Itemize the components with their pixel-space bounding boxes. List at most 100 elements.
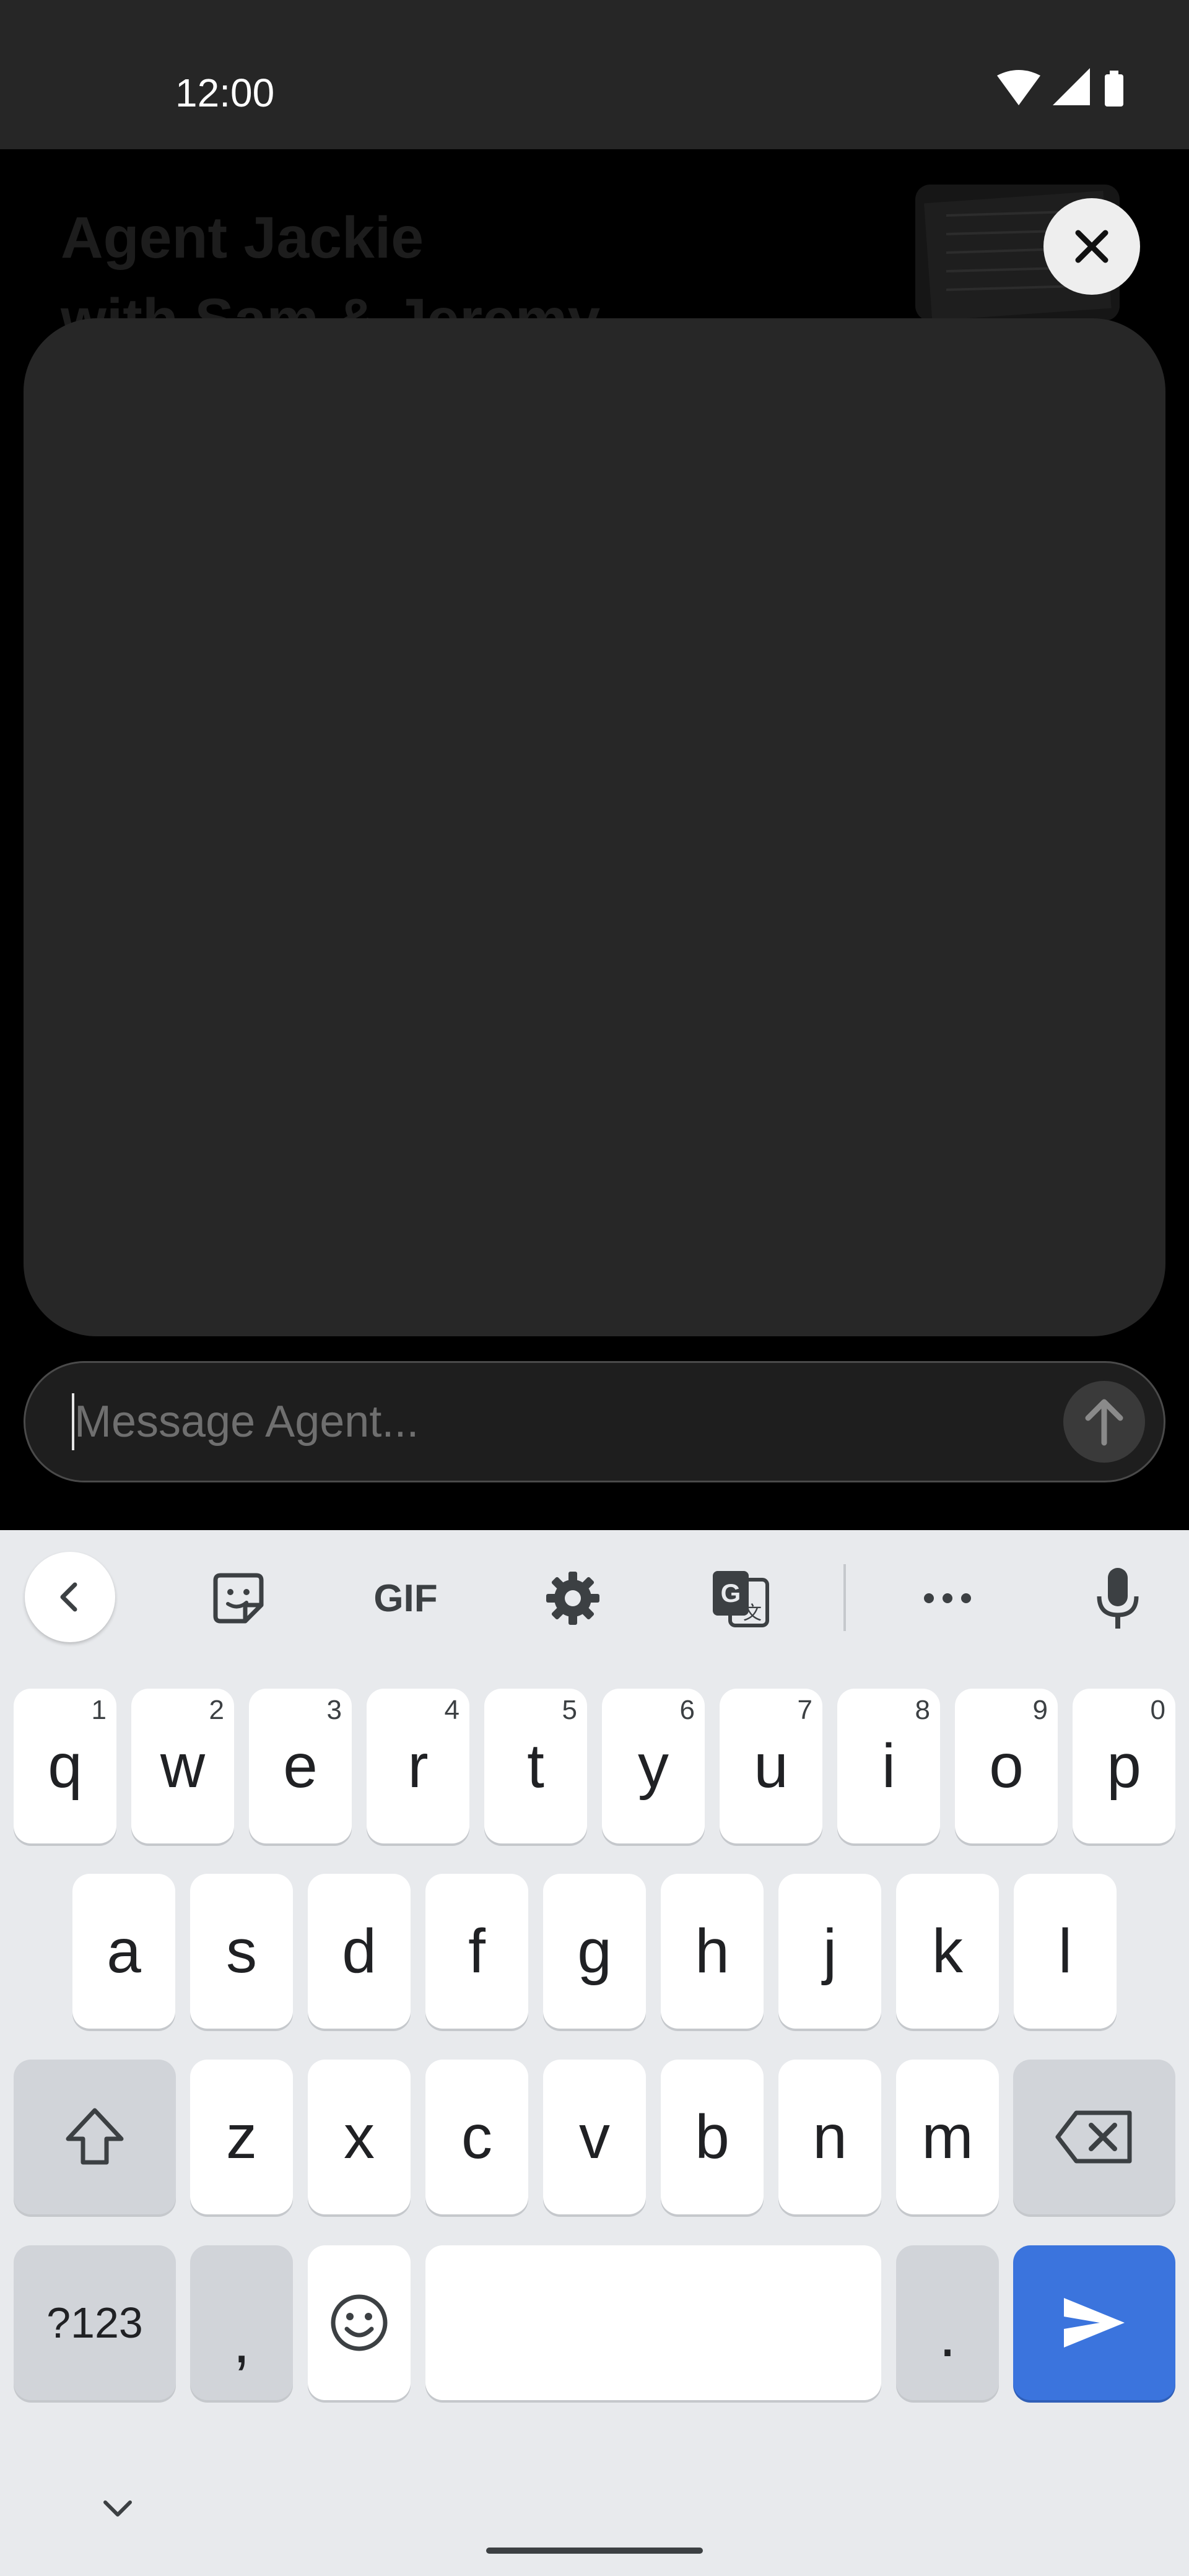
key-s[interactable]: s bbox=[190, 1874, 293, 2029]
sticker-button[interactable] bbox=[198, 1561, 279, 1635]
key-label: n bbox=[812, 2102, 847, 2172]
key-label: h bbox=[695, 1916, 730, 1986]
svg-text:G: G bbox=[721, 1578, 741, 1608]
key-y[interactable]: 6y bbox=[602, 1689, 705, 1843]
send-icon bbox=[1064, 2298, 1125, 2348]
key-i[interactable]: 8i bbox=[837, 1689, 940, 1843]
key-label: r bbox=[407, 1731, 429, 1801]
key-g[interactable]: g bbox=[543, 1874, 646, 2029]
key-b[interactable]: b bbox=[661, 2060, 764, 2214]
keyboard: GIF G 文 1 q 2 w 3 e 4 r 5 t 6 y 7 u 8 i … bbox=[0, 1530, 1189, 2576]
battery-icon bbox=[1105, 71, 1123, 107]
keyboard-settings-button[interactable] bbox=[533, 1561, 613, 1635]
wifi-icon bbox=[997, 70, 1040, 105]
key-label: q bbox=[48, 1731, 82, 1801]
key-label: t bbox=[527, 1731, 544, 1801]
key-d[interactable]: d bbox=[308, 1874, 411, 2029]
key-label: e bbox=[283, 1731, 318, 1801]
key-f[interactable]: f bbox=[425, 1874, 528, 2029]
key-o[interactable]: 9o bbox=[955, 1689, 1058, 1843]
emoji-key[interactable] bbox=[308, 2245, 411, 2400]
key-n[interactable]: n bbox=[778, 2060, 881, 2214]
key-label: w bbox=[160, 1731, 206, 1801]
key-label: o bbox=[989, 1731, 1024, 1801]
close-button[interactable] bbox=[1043, 198, 1140, 295]
key-m[interactable]: m bbox=[896, 2060, 999, 2214]
message-input[interactable] bbox=[50, 1381, 1040, 1463]
key-j[interactable]: j bbox=[778, 1874, 881, 2029]
key-label: p bbox=[1107, 1731, 1141, 1801]
key-x[interactable]: x bbox=[308, 2060, 411, 2214]
navigation-handle[interactable] bbox=[486, 2548, 703, 2554]
key-label: g bbox=[577, 1916, 612, 1986]
key-label: c bbox=[461, 2102, 492, 2172]
key-e[interactable]: 3e bbox=[249, 1689, 352, 1843]
key-label: b bbox=[695, 2102, 730, 2172]
sticker-icon bbox=[213, 1573, 264, 1624]
voice-input-button[interactable] bbox=[1081, 1558, 1155, 1638]
key-label: ?123 bbox=[46, 2299, 143, 2347]
key-label: j bbox=[822, 1916, 837, 1986]
backspace-key[interactable] bbox=[1013, 2060, 1175, 2214]
shift-icon bbox=[66, 2108, 124, 2165]
key-r[interactable]: 4r bbox=[367, 1689, 469, 1843]
key-hint: 9 bbox=[1032, 1695, 1048, 1725]
key-hint: 3 bbox=[326, 1695, 342, 1725]
key-p[interactable]: 0p bbox=[1073, 1689, 1175, 1843]
symbols-key[interactable]: ?123 bbox=[14, 2245, 176, 2400]
status-time: 12:00 bbox=[175, 71, 275, 115]
key-z[interactable]: z bbox=[190, 2060, 293, 2214]
translate-icon: G 文 bbox=[713, 1571, 769, 1627]
key-label: u bbox=[754, 1731, 788, 1801]
key-hint: 7 bbox=[797, 1695, 812, 1725]
arrow-up-icon bbox=[1085, 1399, 1123, 1446]
hide-keyboard-button[interactable] bbox=[87, 2484, 149, 2533]
key-label: . bbox=[939, 2300, 956, 2370]
key-label: v bbox=[579, 2102, 610, 2172]
more-button[interactable] bbox=[910, 1561, 985, 1635]
backspace-icon bbox=[1055, 2110, 1132, 2164]
status-icons bbox=[997, 68, 1139, 111]
key-label: m bbox=[921, 2102, 973, 2172]
key-label: l bbox=[1058, 1916, 1073, 1986]
key-label: a bbox=[107, 1916, 141, 1986]
key-hint: 0 bbox=[1150, 1695, 1165, 1725]
key-hint: 5 bbox=[562, 1695, 577, 1725]
key-label: y bbox=[638, 1731, 669, 1801]
key-t[interactable]: 5t bbox=[484, 1689, 587, 1843]
gif-button[interactable]: GIF bbox=[359, 1561, 452, 1635]
enter-send-key[interactable] bbox=[1013, 2245, 1175, 2400]
send-message-button[interactable] bbox=[1063, 1381, 1145, 1463]
more-icon bbox=[924, 1593, 971, 1603]
key-hint: 8 bbox=[915, 1695, 930, 1725]
key-k[interactable]: k bbox=[896, 1874, 999, 2029]
key-v[interactable]: v bbox=[543, 2060, 646, 2214]
key-label: z bbox=[226, 2102, 257, 2172]
comma-key[interactable]: , bbox=[190, 2245, 293, 2400]
key-l[interactable]: l bbox=[1014, 1874, 1117, 2029]
key-w[interactable]: 2w bbox=[131, 1689, 234, 1843]
key-label: i bbox=[881, 1731, 896, 1801]
shift-key[interactable] bbox=[14, 2060, 176, 2214]
key-hint: 1 bbox=[91, 1695, 107, 1725]
cellular-icon bbox=[1053, 68, 1090, 105]
key-q[interactable]: 1q bbox=[14, 1689, 116, 1843]
svg-text:文: 文 bbox=[743, 1603, 762, 1624]
emoji-icon bbox=[331, 2294, 388, 2351]
key-a[interactable]: a bbox=[72, 1874, 175, 2029]
key-label: f bbox=[468, 1916, 486, 1986]
key-label: s bbox=[226, 1916, 257, 1986]
space-key[interactable] bbox=[425, 2245, 881, 2400]
keyboard-back-button[interactable] bbox=[25, 1552, 115, 1642]
translate-button[interactable]: G 文 bbox=[700, 1558, 780, 1638]
key-label: k bbox=[932, 1916, 963, 1986]
text-caret bbox=[72, 1393, 74, 1450]
period-key[interactable]: . bbox=[896, 2245, 999, 2400]
close-icon bbox=[1075, 230, 1108, 263]
chevron-left-icon bbox=[60, 1582, 77, 1612]
key-c[interactable]: c bbox=[425, 2060, 528, 2214]
key-u[interactable]: 7u bbox=[720, 1689, 822, 1843]
key-hint: 2 bbox=[209, 1695, 224, 1725]
key-label: x bbox=[344, 2102, 375, 2172]
key-h[interactable]: h bbox=[661, 1874, 764, 2029]
